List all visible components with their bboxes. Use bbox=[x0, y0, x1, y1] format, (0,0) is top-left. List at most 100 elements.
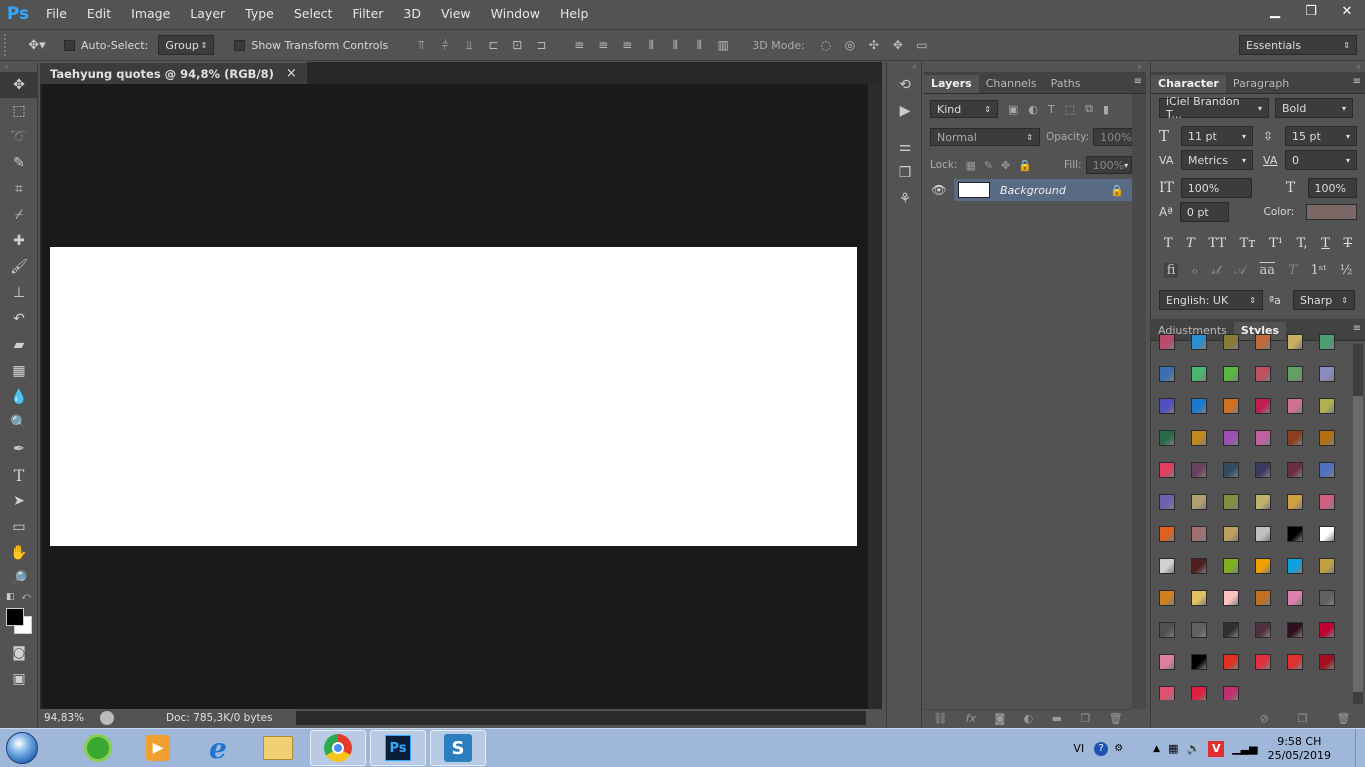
style-swatch[interactable] bbox=[1311, 646, 1343, 678]
delete-layer-icon[interactable]: 🗑 bbox=[1109, 712, 1123, 725]
horizontal-scrollbar[interactable] bbox=[296, 711, 866, 725]
style-swatch[interactable] bbox=[1215, 582, 1247, 614]
ligatures-icon[interactable]: ﬁ bbox=[1163, 263, 1179, 278]
styles-menu-icon[interactable]: ≡ bbox=[1353, 323, 1361, 334]
menu-view[interactable]: View bbox=[431, 0, 481, 28]
status-share-icon[interactable] bbox=[100, 711, 114, 725]
lock-transparent-icon[interactable]: ▦ bbox=[965, 159, 975, 172]
swap-colors-icon[interactable]: ⤺ bbox=[21, 592, 31, 606]
menu-file[interactable]: File bbox=[36, 0, 77, 28]
3d-pan-icon[interactable]: ✣ bbox=[865, 37, 883, 53]
delete-style-icon[interactable]: 🗑 bbox=[1337, 712, 1351, 725]
style-swatch[interactable] bbox=[1279, 454, 1311, 486]
history-panel-icon[interactable]: ⟲ bbox=[887, 72, 923, 98]
actions-panel-icon[interactable]: ▶ bbox=[887, 98, 923, 124]
distribute-vcenter-icon[interactable]: ≡ bbox=[594, 37, 612, 53]
align-right-icon[interactable]: ⊐ bbox=[532, 37, 550, 53]
distribute-top-icon[interactable]: ≡ bbox=[570, 37, 588, 53]
kerning-field[interactable]: Metrics ▾ bbox=[1181, 150, 1253, 170]
filter-toggle-icon[interactable]: ▮ bbox=[1103, 103, 1109, 116]
tab-character[interactable]: Character bbox=[1151, 75, 1226, 93]
filter-type-icon[interactable]: T bbox=[1048, 103, 1055, 116]
new-layer-icon[interactable]: ❐ bbox=[1080, 712, 1090, 725]
style-swatch[interactable] bbox=[1311, 614, 1343, 646]
taskbar-app-s[interactable]: S bbox=[430, 730, 486, 766]
style-swatch[interactable] bbox=[1247, 518, 1279, 550]
tab-layers[interactable]: Layers bbox=[924, 75, 979, 93]
style-swatch[interactable] bbox=[1151, 454, 1183, 486]
tab-channels[interactable]: Channels bbox=[979, 75, 1044, 93]
menu-3d[interactable]: 3D bbox=[393, 0, 431, 28]
style-swatch[interactable] bbox=[1279, 614, 1311, 646]
eyedropper-tool-icon[interactable]: ⌿ bbox=[0, 202, 38, 228]
style-swatch[interactable] bbox=[1247, 422, 1279, 454]
style-swatch[interactable] bbox=[1279, 422, 1311, 454]
character-menu-icon[interactable]: ≡ bbox=[1353, 76, 1361, 87]
path-select-tool-icon[interactable]: ➤ bbox=[0, 488, 38, 514]
fill-field[interactable]: 100% ▾ bbox=[1085, 156, 1132, 174]
3d-panel-icon[interactable]: ❒ bbox=[887, 160, 923, 186]
lock-position-icon[interactable]: ✥ bbox=[1001, 159, 1010, 172]
old-style-icon[interactable]: ℴ bbox=[1192, 263, 1198, 278]
hand-tool-icon[interactable]: ✋ bbox=[0, 540, 38, 566]
menu-edit[interactable]: Edit bbox=[77, 0, 121, 28]
style-swatch[interactable] bbox=[1279, 646, 1311, 678]
document-tab[interactable]: Taehyung quotes @ 94,8% (RGB/8) × bbox=[40, 62, 307, 84]
language-indicator[interactable]: VI bbox=[1073, 742, 1084, 755]
style-swatch[interactable] bbox=[1183, 518, 1215, 550]
style-swatch[interactable] bbox=[1247, 486, 1279, 518]
superscript-icon[interactable]: T¹ bbox=[1269, 236, 1283, 251]
blur-tool-icon[interactable]: 💧 bbox=[0, 384, 38, 410]
history-brush-tool-icon[interactable]: ↶ bbox=[0, 306, 38, 332]
style-swatch[interactable] bbox=[1151, 614, 1183, 646]
style-swatch[interactable] bbox=[1215, 486, 1247, 518]
auto-select-dropdown[interactable]: Group ⇕ bbox=[158, 35, 215, 55]
style-swatch[interactable] bbox=[1215, 646, 1247, 678]
align-vcenter-icon[interactable]: ⫩ bbox=[436, 37, 454, 53]
style-swatch[interactable] bbox=[1279, 486, 1311, 518]
collapse-strip-icon[interactable]: « bbox=[887, 62, 921, 72]
screen-mode-icon[interactable]: ▣ bbox=[0, 666, 38, 692]
style-swatch[interactable] bbox=[1183, 422, 1215, 454]
style-swatch[interactable] bbox=[1183, 582, 1215, 614]
type-tool-icon[interactable]: T bbox=[0, 462, 38, 488]
clone-stamp-tool-icon[interactable]: ⊥ bbox=[0, 280, 38, 306]
style-swatch[interactable] bbox=[1247, 646, 1279, 678]
clear-style-icon[interactable]: ⊘ bbox=[1259, 712, 1268, 725]
close-window-icon[interactable]: ✕ bbox=[1333, 0, 1361, 22]
add-mask-icon[interactable]: ◙ bbox=[994, 712, 1005, 725]
style-swatch[interactable] bbox=[1183, 454, 1215, 486]
style-swatch[interactable] bbox=[1247, 614, 1279, 646]
style-swatch[interactable] bbox=[1183, 390, 1215, 422]
quick-mask-icon[interactable]: ◙ bbox=[0, 640, 38, 666]
faux-italic-icon[interactable]: T bbox=[1186, 236, 1195, 251]
style-swatch[interactable] bbox=[1151, 326, 1183, 358]
leading-field[interactable]: 15 pt ▾ bbox=[1285, 126, 1357, 146]
3d-rotate-icon[interactable]: ◌ bbox=[817, 37, 835, 53]
help-icon[interactable]: ? bbox=[1094, 741, 1109, 756]
properties-panel-icon[interactable]: ⚌ bbox=[887, 134, 923, 160]
style-swatch[interactable] bbox=[1215, 358, 1247, 390]
ordinals-icon[interactable]: 1ˢᵗ bbox=[1310, 263, 1326, 278]
stylistic-icon[interactable]: 𝒜 bbox=[1234, 263, 1246, 278]
small-caps-icon[interactable]: Tᴛ bbox=[1240, 236, 1256, 251]
filter-adjustment-icon[interactable]: ◐ bbox=[1028, 103, 1038, 116]
dodge-tool-icon[interactable]: 🔍 bbox=[0, 410, 38, 436]
taskbar-photoshop[interactable]: Ps bbox=[370, 730, 426, 766]
pen-tool-icon[interactable]: ✒ bbox=[0, 436, 38, 462]
swash-icon[interactable]: 𝓈𝓉 bbox=[1211, 263, 1220, 278]
style-swatch[interactable] bbox=[1215, 518, 1247, 550]
fractions-icon[interactable]: ½ bbox=[1340, 263, 1353, 278]
collapse-char-icon[interactable]: » bbox=[1151, 62, 1365, 72]
lock-pixels-icon[interactable]: ✎ bbox=[984, 159, 993, 172]
canvas[interactable] bbox=[50, 247, 857, 546]
style-swatch[interactable] bbox=[1311, 486, 1343, 518]
style-swatch[interactable] bbox=[1183, 358, 1215, 390]
titling-icon[interactable]: aa bbox=[1259, 263, 1275, 278]
network-tray-icon[interactable]: ▦ bbox=[1168, 742, 1178, 755]
style-swatch[interactable] bbox=[1311, 358, 1343, 390]
show-hidden-icons[interactable]: ▲ bbox=[1153, 744, 1160, 754]
style-swatch[interactable] bbox=[1311, 454, 1343, 486]
style-swatch[interactable] bbox=[1247, 582, 1279, 614]
style-swatch[interactable] bbox=[1183, 486, 1215, 518]
